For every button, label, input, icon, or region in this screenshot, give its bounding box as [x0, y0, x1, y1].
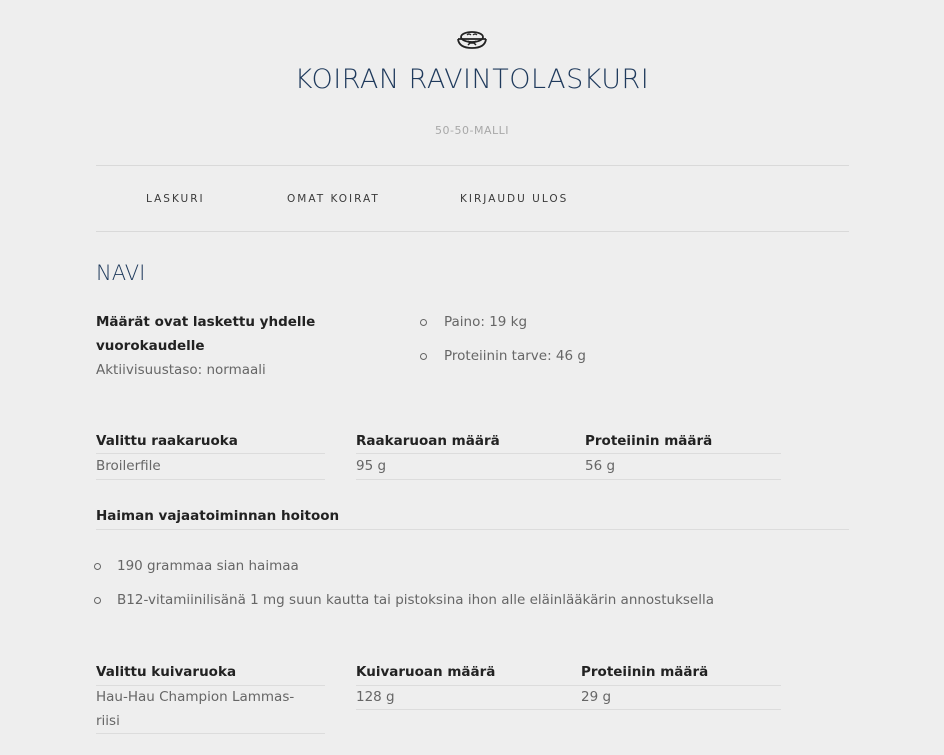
- raw-line: [96, 479, 325, 480]
- bullet-icon: [94, 563, 101, 570]
- pancreas-item-text: B12-vitamiinilisänä 1 mg suun kautta tai…: [117, 592, 714, 608]
- raw-line: [356, 453, 781, 454]
- activity-level: Aktiivisuustaso: normaali: [96, 362, 266, 378]
- raw-line: [96, 453, 325, 454]
- nav-kirjaudu-ulos[interactable]: KIRJAUDU ULOS: [460, 193, 568, 205]
- dry-line: [96, 733, 325, 734]
- raw-header-food: Valittu raakaruoka: [96, 433, 238, 449]
- bullet-icon: [420, 319, 427, 326]
- site-title: KOIRAN RAVINTOLASKURI: [294, 64, 650, 95]
- dog-name-heading: NAVI: [96, 261, 146, 285]
- raw-cell-amount: 95 g: [356, 458, 387, 474]
- pancreas-item: B12-vitamiinilisänä 1 mg suun kautta tai…: [94, 592, 714, 610]
- raw-line: [356, 479, 781, 480]
- dry-header-food: Valittu kuivaruoka: [96, 664, 237, 680]
- pancreas-item-text: 190 grammaa sian haimaa: [117, 558, 299, 574]
- site-subtitle: 50-50-MALLI: [435, 124, 509, 137]
- dry-line: [356, 685, 781, 686]
- pancreas-item: 190 grammaa sian haimaa: [94, 558, 299, 576]
- dog-bowl-icon: [455, 27, 489, 51]
- raw-cell-food: Broilerfile: [96, 458, 161, 474]
- header-divider: [96, 165, 849, 166]
- fact-weight: Paino: 19 kg: [420, 314, 527, 332]
- bullet-icon: [420, 353, 427, 360]
- dry-cell-protein: 29 g: [581, 689, 612, 705]
- dry-header-protein: Proteiinin määrä: [581, 664, 709, 680]
- nav-omat-koirat[interactable]: OMAT KOIRAT: [287, 193, 380, 205]
- dry-cell-food-line1: Hau-Hau Champion Lammas-: [96, 689, 295, 705]
- pancreas-heading: Haiman vajaatoiminnan hoitoon: [96, 508, 340, 524]
- nav-laskuri[interactable]: LASKURI: [146, 193, 205, 205]
- dry-line: [96, 685, 325, 686]
- fact-weight-text: Paino: 19 kg: [444, 314, 528, 330]
- fact-protein-need: Proteiinin tarve: 46 g: [420, 348, 586, 366]
- dry-cell-amount: 128 g: [356, 689, 395, 705]
- dry-header-amount: Kuivaruoan määrä: [356, 664, 496, 680]
- raw-header-protein: Proteiinin määrä: [585, 433, 713, 449]
- raw-cell-protein: 56 g: [585, 458, 616, 474]
- daily-note-line1: Määrät ovat laskettu yhdelle: [96, 314, 316, 330]
- dry-line: [356, 709, 781, 710]
- bullet-icon: [94, 597, 101, 604]
- fact-protein-need-text: Proteiinin tarve: 46 g: [444, 348, 586, 364]
- daily-note-line2: vuorokaudelle: [96, 338, 205, 354]
- pancreas-divider: [96, 529, 849, 530]
- dry-cell-food-line2: riisi: [96, 713, 120, 729]
- nav-divider: [96, 231, 849, 232]
- raw-header-amount: Raakaruoan määrä: [356, 433, 500, 449]
